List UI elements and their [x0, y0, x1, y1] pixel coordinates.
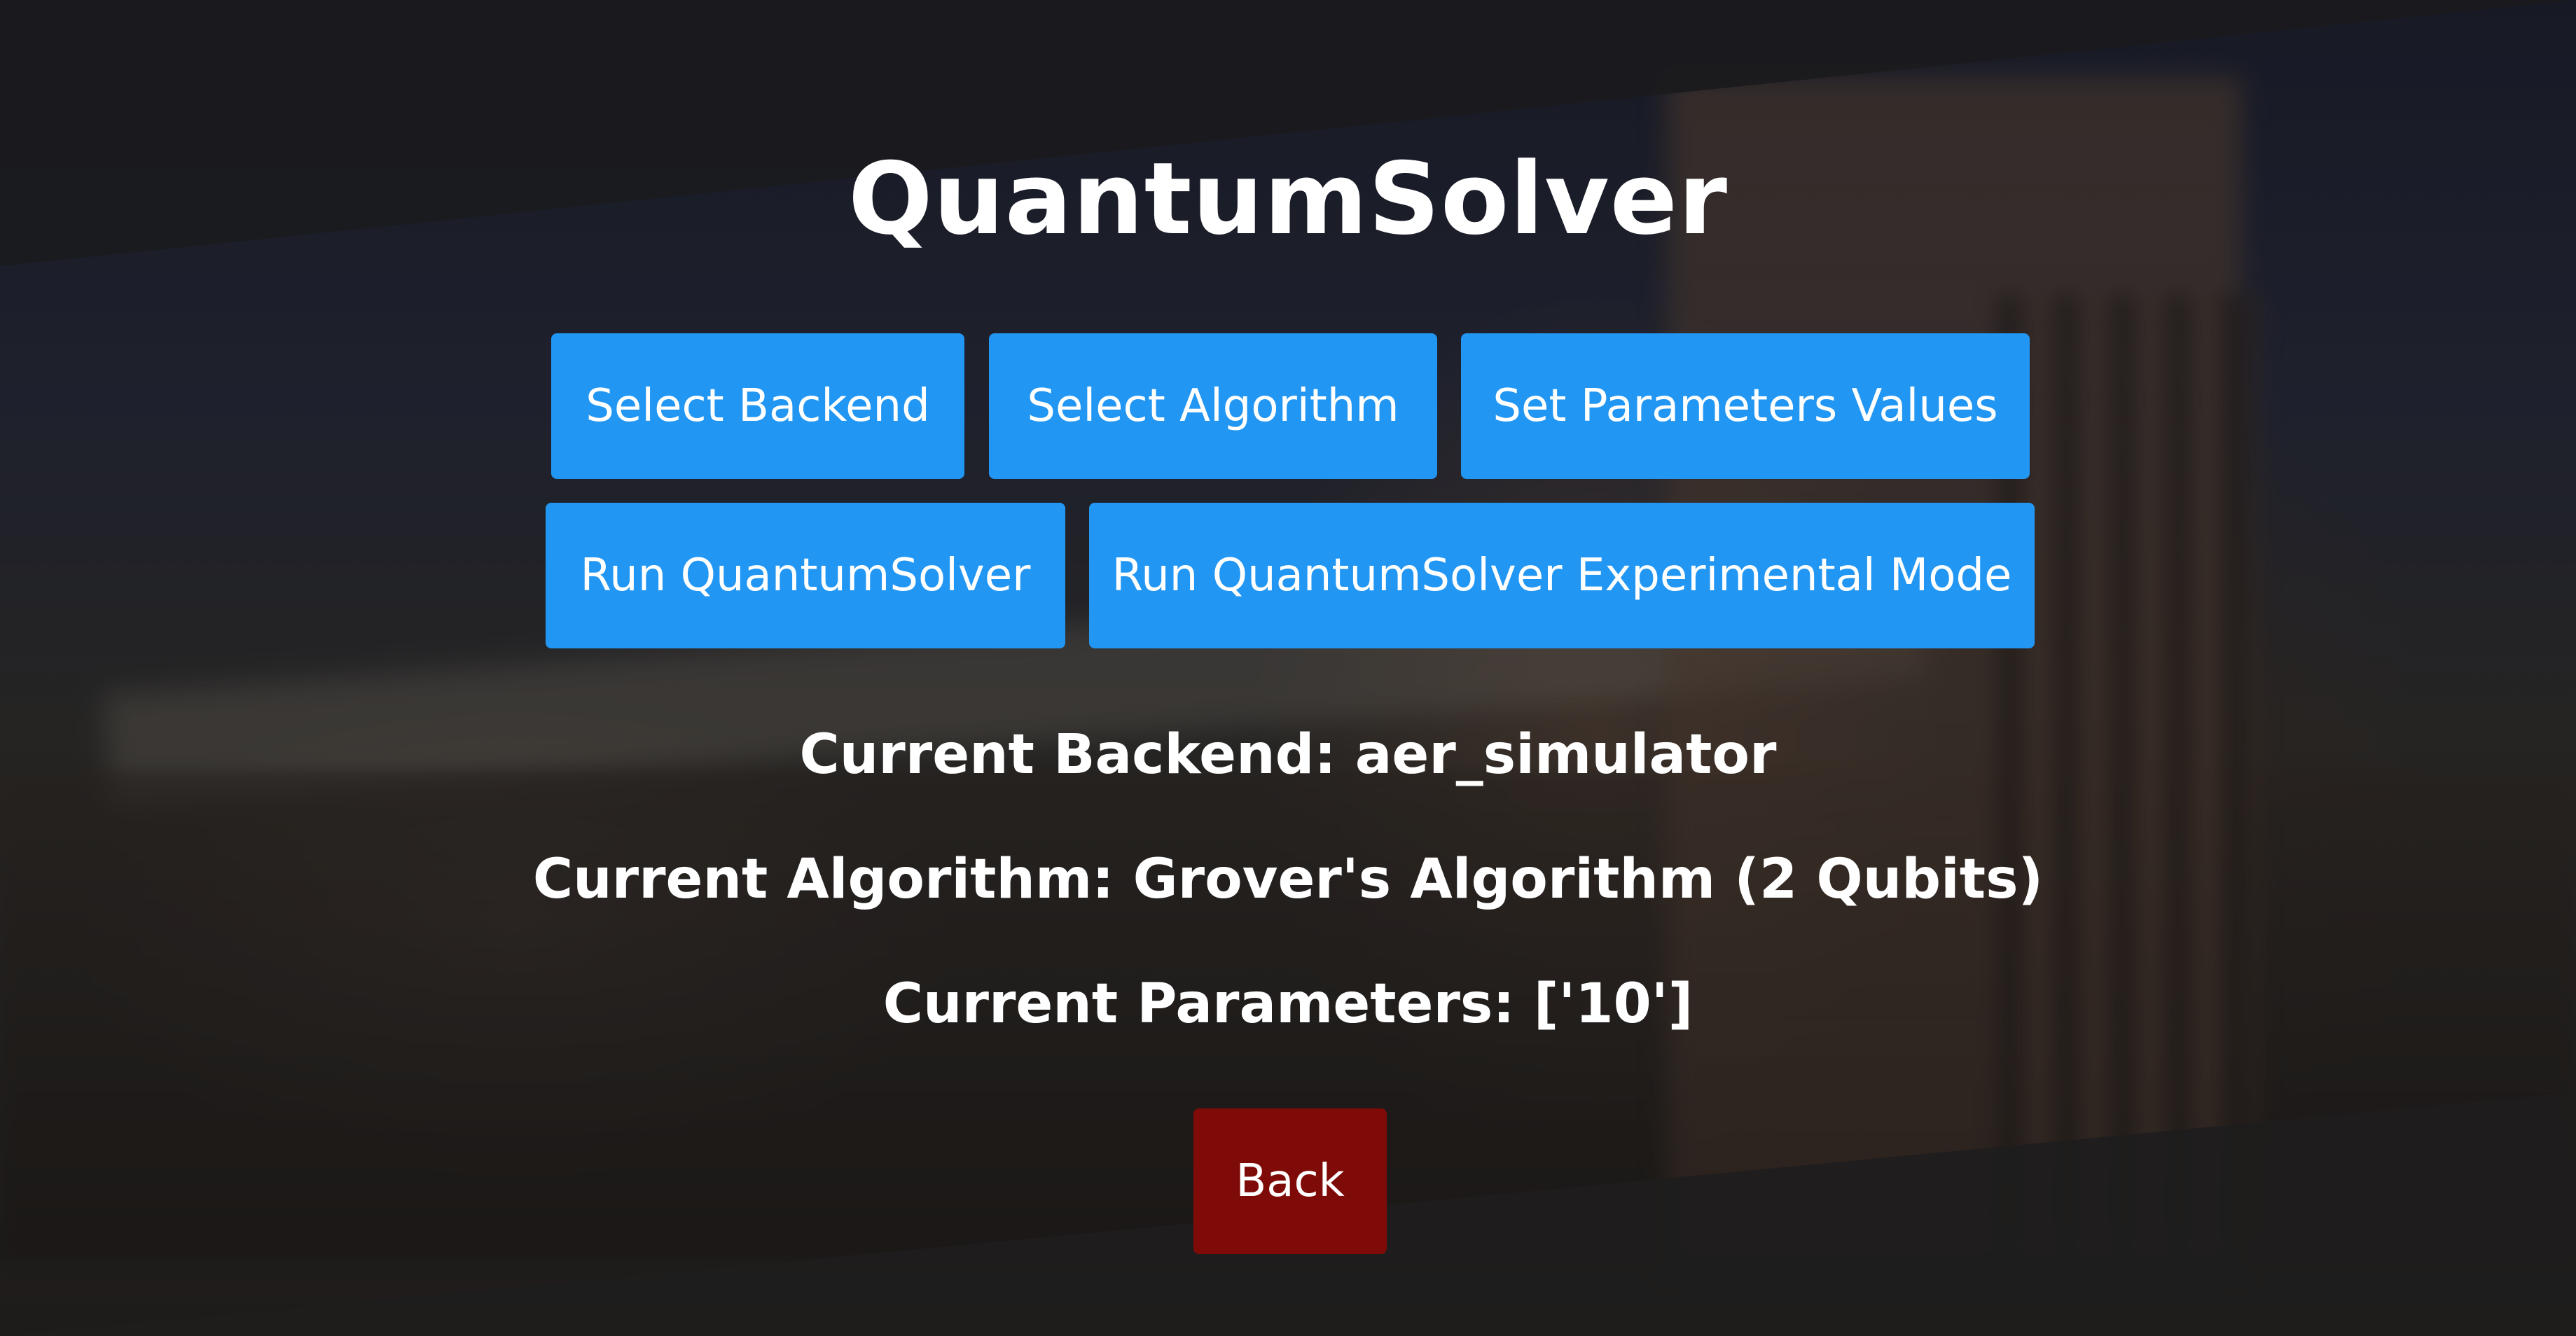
run-experimental-button[interactable]: Run QuantumSolver Experimental Mode [1089, 503, 2035, 648]
back-button[interactable]: Back [1193, 1108, 1387, 1254]
main-content: QuantumSolver Select Backend Select Algo… [0, 0, 2576, 1336]
page-title: QuantumSolver [847, 141, 1729, 257]
set-parameters-button[interactable]: Set Parameters Values [1461, 333, 2030, 479]
current-backend-text: Current Backend: aer_simulator [799, 723, 1777, 786]
app-window: QuantumSolver Select Backend Select Algo… [0, 0, 2576, 1336]
select-backend-button[interactable]: Select Backend [551, 333, 964, 479]
run-quantumsolver-button[interactable]: Run QuantumSolver [546, 503, 1065, 648]
current-parameters-text: Current Parameters: ['10'] [882, 973, 1694, 1036]
select-algorithm-button[interactable]: Select Algorithm [989, 333, 1437, 479]
current-algorithm-text: Current Algorithm: Grover's Algorithm (2… [532, 848, 2044, 911]
